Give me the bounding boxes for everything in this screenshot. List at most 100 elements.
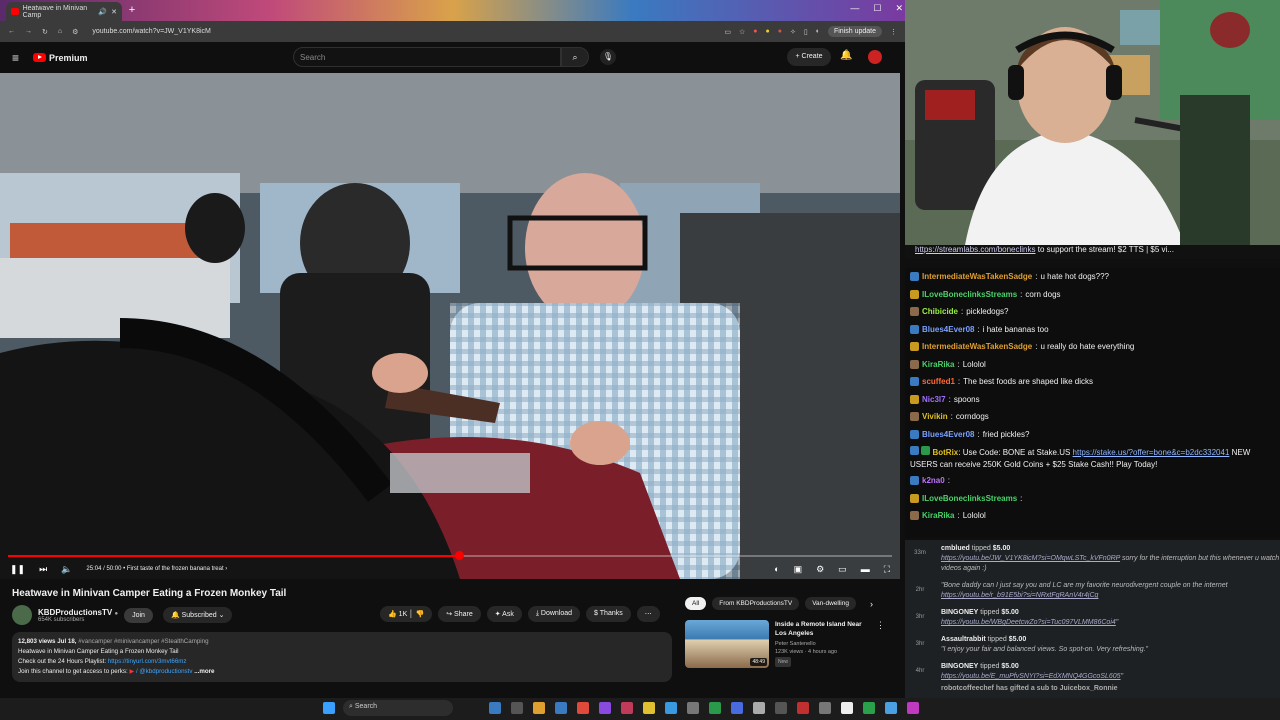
home-icon[interactable]: ⌂ xyxy=(58,28,62,35)
close-window-button[interactable]: ✕ xyxy=(895,3,903,14)
browser-menu-icon[interactable]: ⋮ xyxy=(890,28,897,36)
taskbar-app-icon[interactable] xyxy=(753,702,765,714)
share-button[interactable]: ↪ Share xyxy=(438,606,481,622)
taskbar-search[interactable]: ⌕ Search xyxy=(343,700,453,716)
streamlabs-link[interactable]: https://streamlabs.com/boneclinks xyxy=(915,245,1036,254)
extension-icon[interactable]: ● xyxy=(766,28,770,35)
maximize-button[interactable]: ☐ xyxy=(873,3,881,14)
next-button[interactable]: ⏭ xyxy=(39,564,47,575)
chat-username[interactable]: IntermediateWasTakenSadge xyxy=(922,268,1032,286)
taskbar-app-icon[interactable] xyxy=(577,702,589,714)
channel-avatar[interactable] xyxy=(12,605,32,625)
chat-username[interactable]: ILoveBoneclinksStreams xyxy=(922,490,1017,508)
profile-icon[interactable]: ◐ xyxy=(816,28,820,35)
minimize-button[interactable]: — xyxy=(850,3,859,14)
windows-start-icon[interactable] xyxy=(323,702,335,714)
captions-icon[interactable]: ▣ xyxy=(794,564,803,575)
extensions-puzzle-icon[interactable]: ✧ xyxy=(790,28,796,36)
channel-name[interactable]: KBDProductionsTV ● xyxy=(38,608,118,617)
chevron-right-icon[interactable]: › xyxy=(870,599,873,609)
new-tab-button[interactable]: + xyxy=(126,4,138,16)
taskbar-app-icon[interactable] xyxy=(599,702,611,714)
join-button[interactable]: Join xyxy=(124,607,153,623)
taskbar-app-icon[interactable] xyxy=(555,702,567,714)
taskbar-app-icon[interactable] xyxy=(489,702,501,714)
chip-van-dwelling[interactable]: Van-dwelling xyxy=(805,597,856,610)
taskbar-app-icon[interactable] xyxy=(775,702,787,714)
playlist-link[interactable]: https://tinyurl.com/3mvt66mz xyxy=(108,658,187,665)
site-info-icon[interactable]: ⚙ xyxy=(72,28,78,36)
back-icon[interactable]: ← xyxy=(8,28,15,35)
chat-username[interactable]: scuffed1 xyxy=(922,373,955,391)
sidebar-icon[interactable]: ▯ xyxy=(804,28,808,36)
taskbar-app-icon[interactable] xyxy=(533,702,545,714)
taskbar-app-icon[interactable] xyxy=(907,702,919,714)
browser-tab[interactable]: Heatwave in Minivan Camp 🔊 ✕ xyxy=(6,2,122,21)
taskbar-app-icon[interactable] xyxy=(643,702,655,714)
voice-search-button[interactable]: 🎙 xyxy=(600,49,616,65)
thanks-button[interactable]: $ Thanks xyxy=(586,606,631,622)
recommended-channel[interactable]: Peter Santenello xyxy=(775,640,870,648)
tip-link[interactable]: https://youtu.be/WBgDeetcwZo?si=Tuc097VL… xyxy=(941,619,1116,626)
chat-username[interactable]: KiraRika xyxy=(922,356,954,374)
extension-icon[interactable]: ● xyxy=(753,28,757,35)
chat-username[interactable]: ILoveBoneclinksStreams xyxy=(922,286,1017,304)
create-button[interactable]: + Create xyxy=(787,48,831,66)
theater-mode-icon[interactable]: ▬ xyxy=(861,564,870,575)
taskbar-app-icon[interactable] xyxy=(731,702,743,714)
tab-close-icon[interactable]: ✕ xyxy=(111,8,117,16)
finish-update-button[interactable]: Finish update xyxy=(827,26,882,37)
taskbar-app-icon[interactable] xyxy=(687,702,699,714)
taskbar-app-icon[interactable] xyxy=(797,702,809,714)
taskbar-app-icon[interactable] xyxy=(709,702,721,714)
taskbar-app-icon[interactable] xyxy=(841,702,853,714)
chip-from-channel[interactable]: From KBDProductionsTV xyxy=(712,597,800,610)
taskbar-app-icon[interactable] xyxy=(511,702,523,714)
stake-link[interactable]: https://stake.us/?offer=bone&c=b2dc33204… xyxy=(1073,448,1230,457)
ask-button[interactable]: ✦ Ask xyxy=(486,606,522,622)
miniplayer-icon[interactable]: ▭ xyxy=(838,564,847,575)
chat-username[interactable]: k2na0 xyxy=(922,472,945,490)
forward-icon[interactable]: → xyxy=(25,28,32,35)
hashtags[interactable]: #vancamper #minivancamper #StealthCampin… xyxy=(78,638,208,645)
chat-username[interactable]: BotRix xyxy=(932,448,958,457)
progress-bar[interactable] xyxy=(8,555,892,557)
chat-username[interactable]: Blues4Ever08 xyxy=(922,321,974,339)
search-button[interactable]: ⌕ xyxy=(561,47,589,67)
tip-link[interactable]: https://youtu.be/JW_V1YK8icM?si=OMqwLSTc… xyxy=(941,555,1120,562)
chat-username[interactable]: IntermediateWasTakenSadge xyxy=(922,338,1032,356)
taskbar-app-icon[interactable] xyxy=(819,702,831,714)
tip-link[interactable]: https://youtu.be/E_muPfvSNYI?si=EdXMNQ4G… xyxy=(941,673,1121,680)
taskbar-app-icon[interactable] xyxy=(863,702,875,714)
tip-link[interactable]: https://youtu.be/r_b91E5bi?si=NRxtFgRAnV… xyxy=(941,592,1098,599)
video-thumbnail[interactable]: 48:49 xyxy=(685,620,769,668)
channel-link[interactable]: / @kbdproductionstv xyxy=(136,668,193,675)
video-player[interactable] xyxy=(0,73,900,579)
taskbar-app-icon[interactable] xyxy=(665,702,677,714)
chapter-title[interactable]: First taste of the frozen banana treat xyxy=(127,566,224,572)
pause-button[interactable]: ❚❚ xyxy=(10,564,25,575)
recommended-video[interactable]: 48:49 Inside a Remote Island Near Los An… xyxy=(685,620,885,670)
chip-all[interactable]: All xyxy=(685,597,707,610)
chat-username[interactable]: Vivikin xyxy=(922,408,948,426)
chat-username[interactable]: KiraRika xyxy=(922,507,954,525)
cast-icon[interactable]: ▭ xyxy=(724,28,731,36)
kebab-menu-icon[interactable]: ⋮ xyxy=(876,620,885,670)
tab-audio-icon[interactable]: 🔊 xyxy=(98,8,107,16)
like-button[interactable]: 👍 1K │ 👎 xyxy=(380,606,433,622)
description-box[interactable]: 12,803 views Jul 18, #vancamper #minivan… xyxy=(12,632,672,682)
reload-icon[interactable]: ↻ xyxy=(42,28,48,36)
extension-icon[interactable]: ● xyxy=(778,28,782,35)
settings-gear-icon[interactable]: ⚙ xyxy=(816,564,824,575)
chat-username[interactable]: Blues4Ever08 xyxy=(922,426,974,444)
more-actions-icon[interactable]: ⋯ xyxy=(636,606,660,622)
autoplay-toggle[interactable]: ◐ xyxy=(774,564,779,575)
hamburger-menu-icon[interactable]: ≡ xyxy=(12,51,19,65)
fullscreen-icon[interactable]: ⛶ xyxy=(884,564,890,575)
taskbar-app-icon[interactable] xyxy=(885,702,897,714)
search-input[interactable]: Search xyxy=(293,47,561,67)
notifications-bell-icon[interactable]: 🔔 xyxy=(840,50,852,61)
url-field[interactable]: youtube.com/watch?v=JW_V1YK8icM xyxy=(92,28,210,35)
taskbar-app-icon[interactable] xyxy=(621,702,633,714)
bookmark-star-icon[interactable]: ☆ xyxy=(739,28,745,36)
